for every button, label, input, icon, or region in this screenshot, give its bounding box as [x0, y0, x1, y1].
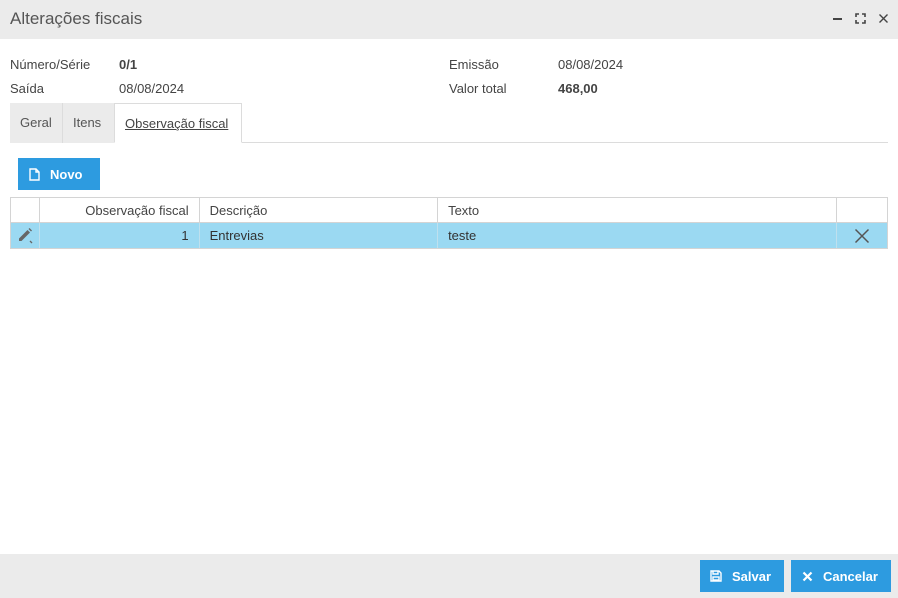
cell-texto: teste	[438, 223, 838, 248]
cancelar-button[interactable]: Cancelar	[791, 560, 891, 592]
tab-observacao-fiscal[interactable]: Observação fiscal	[114, 103, 242, 143]
tab-geral[interactable]: Geral	[10, 103, 63, 143]
salvar-button[interactable]: Salvar	[700, 560, 784, 592]
numero-serie-value: 0/1	[119, 57, 138, 72]
grid-header: Observação fiscal Descrição Texto	[11, 198, 887, 223]
new-document-icon	[29, 167, 40, 181]
maximize-icon[interactable]	[853, 11, 867, 25]
saida-label: Saída	[10, 81, 44, 96]
title-bar: Alterações fiscais	[0, 0, 898, 39]
close-icon[interactable]	[876, 11, 890, 25]
saida-value: 08/08/2024	[119, 81, 185, 96]
footer-bar: Salvar Cancelar	[0, 554, 898, 598]
col-header-observacao[interactable]: Observação fiscal	[40, 198, 200, 222]
tab-bar: Geral Itens Observação fiscal	[10, 103, 888, 143]
novo-button-label: Novo	[50, 166, 83, 182]
valor-total-value: 468,00	[558, 81, 598, 96]
delete-icon[interactable]	[854, 228, 870, 244]
emissao-value: 08/08/2024	[558, 57, 624, 72]
window-controls	[830, 11, 890, 25]
cancel-icon	[802, 571, 813, 581]
cell-descricao: Entrevias	[200, 223, 439, 248]
save-icon	[710, 570, 722, 582]
observacao-grid: Observação fiscal Descrição Texto 1 Entr…	[10, 197, 888, 249]
salvar-button-label: Salvar	[732, 568, 772, 584]
pencil-icon[interactable]	[16, 227, 33, 244]
edit-cell[interactable]	[11, 223, 40, 248]
novo-button[interactable]: Novo	[18, 158, 100, 190]
emissao-label: Emissão	[449, 57, 499, 72]
tab-itens[interactable]: Itens	[63, 103, 115, 143]
col-header-actions	[837, 198, 887, 222]
delete-cell[interactable]	[837, 223, 887, 248]
window-title: Alterações fiscais	[10, 9, 143, 28]
cancelar-button-label: Cancelar	[823, 568, 878, 584]
cell-observacao: 1	[40, 223, 200, 248]
col-header-texto[interactable]: Texto	[438, 198, 838, 222]
valor-total-label: Valor total	[449, 81, 507, 96]
numero-serie-label: Número/Série	[10, 57, 91, 72]
minimize-icon[interactable]	[830, 11, 844, 25]
table-row[interactable]: 1 Entrevias teste	[11, 223, 887, 248]
col-header-edit	[11, 198, 40, 222]
col-header-descricao[interactable]: Descrição	[200, 198, 439, 222]
